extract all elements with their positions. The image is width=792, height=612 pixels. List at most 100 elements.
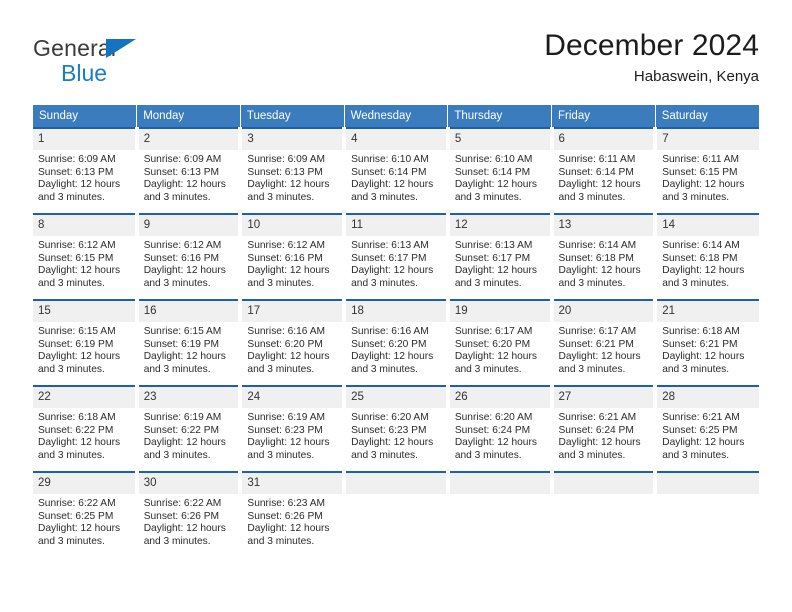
day-details: Sunrise: 6:15 AM Sunset: 6:19 PM Dayligh… [139,322,239,376]
day-cell[interactable]: 13 Sunrise: 6:14 AM Sunset: 6:18 PM Dayl… [551,213,658,300]
day-cell[interactable]: 18 Sunrise: 6:16 AM Sunset: 6:20 PM Dayl… [344,299,450,386]
sunset-text: Sunset: 6:25 PM [662,424,738,436]
day-details: Sunrise: 6:21 AM Sunset: 6:25 PM Dayligh… [657,408,759,462]
day-cell[interactable]: 8 Sunrise: 6:12 AM Sunset: 6:15 PM Dayli… [33,213,139,300]
day-cell[interactable]: 14 Sunrise: 6:14 AM Sunset: 6:18 PM Dayl… [655,213,759,300]
day-cell[interactable]: 10 Sunrise: 6:12 AM Sunset: 6:16 PM Dayl… [240,213,347,300]
day-cell-empty [655,471,759,557]
day-details: Sunrise: 6:23 AM Sunset: 6:26 PM Dayligh… [242,494,342,548]
weekday-monday: Monday [136,105,241,128]
day-cell-empty [551,471,658,557]
day-cell[interactable]: 1 Sunrise: 6:09 AM Sunset: 6:13 PM Dayli… [33,127,139,214]
day-cell[interactable]: 29 Sunrise: 6:22 AM Sunset: 6:25 PM Dayl… [33,471,139,557]
day-number: 12 [449,215,550,236]
day-cell[interactable]: 7 Sunrise: 6:11 AM Sunset: 6:15 PM Dayli… [655,127,759,214]
logo-text-general: General [33,35,117,61]
day-number: 11 [346,215,446,236]
day-number: 9 [138,215,239,236]
day-cell[interactable]: 19 Sunrise: 6:17 AM Sunset: 6:20 PM Dayl… [447,299,554,386]
day-details: Sunrise: 6:20 AM Sunset: 6:24 PM Dayligh… [450,408,550,462]
daylight-text: Daylight: 12 hours and 3 minutes. [247,351,330,375]
daylight-text: Daylight: 12 hours and 3 minutes. [143,265,226,289]
weekday-sunday: Sunday [33,105,138,128]
day-details: Sunrise: 6:13 AM Sunset: 6:17 PM Dayligh… [450,236,550,290]
daylight-text: Daylight: 12 hours and 3 minutes. [454,437,537,461]
day-number: 10 [242,215,343,236]
day-cell[interactable]: 30 Sunrise: 6:22 AM Sunset: 6:26 PM Dayl… [136,471,243,557]
logo-text-blue: Blue [61,60,108,86]
daylight-text: Daylight: 12 hours and 3 minutes. [38,265,121,289]
sunrise-text: Sunrise: 6:15 AM [38,326,116,337]
day-cell[interactable]: 17 Sunrise: 6:16 AM Sunset: 6:20 PM Dayl… [240,299,347,386]
sunrise-text: Sunrise: 6:22 AM [38,498,116,509]
day-cell[interactable]: 28 Sunrise: 6:21 AM Sunset: 6:25 PM Dayl… [655,385,759,472]
day-cell[interactable]: 24 Sunrise: 6:19 AM Sunset: 6:23 PM Dayl… [240,385,347,472]
sunset-text: Sunset: 6:20 PM [454,338,531,350]
sunrise-text: Sunrise: 6:11 AM [662,154,740,165]
day-details: Sunrise: 6:16 AM Sunset: 6:20 PM Dayligh… [346,322,446,376]
sunset-text: Sunset: 6:13 PM [247,166,323,178]
day-cell[interactable]: 9 Sunrise: 6:12 AM Sunset: 6:16 PM Dayli… [136,213,243,300]
day-details: Sunrise: 6:12 AM Sunset: 6:16 PM Dayligh… [242,236,342,290]
day-number: 30 [138,473,239,494]
day-number: 18 [346,301,446,322]
sunset-text: Sunset: 6:14 PM [558,166,634,178]
day-cell[interactable]: 23 Sunrise: 6:19 AM Sunset: 6:22 PM Dayl… [136,385,243,472]
sunset-text: Sunset: 6:16 PM [143,252,220,264]
general-blue-logo[interactable]: General Blue [33,36,263,92]
sunset-text: Sunset: 6:15 PM [662,166,738,178]
week-row: 29 Sunrise: 6:22 AM Sunset: 6:25 PM Dayl… [33,471,759,557]
sunrise-text: Sunrise: 6:17 AM [558,326,637,337]
weekday-friday: Friday [551,105,656,128]
day-cell[interactable]: 20 Sunrise: 6:17 AM Sunset: 6:21 PM Dayl… [551,299,658,386]
calendar-body: 1 Sunrise: 6:09 AM Sunset: 6:13 PM Dayli… [33,127,759,557]
day-cell[interactable]: 2 Sunrise: 6:09 AM Sunset: 6:13 PM Dayli… [136,127,243,214]
day-number: 27 [553,387,654,408]
daylight-text: Daylight: 12 hours and 3 minutes. [247,523,330,547]
sunset-text: Sunset: 6:17 PM [454,252,531,264]
day-details: Sunrise: 6:15 AM Sunset: 6:19 PM Dayligh… [33,322,135,376]
sunset-text: Sunset: 6:26 PM [143,510,220,522]
day-cell[interactable]: 12 Sunrise: 6:13 AM Sunset: 6:17 PM Dayl… [447,213,554,300]
week-row: 22 Sunrise: 6:18 AM Sunset: 6:22 PM Dayl… [33,385,759,472]
sunrise-text: Sunrise: 6:12 AM [38,240,116,251]
day-cell[interactable]: 11 Sunrise: 6:13 AM Sunset: 6:17 PM Dayl… [344,213,450,300]
day-cell[interactable]: 16 Sunrise: 6:15 AM Sunset: 6:19 PM Dayl… [136,299,243,386]
sunset-text: Sunset: 6:20 PM [351,338,427,350]
sunrise-text: Sunrise: 6:14 AM [662,240,740,251]
day-number: 17 [242,301,343,322]
day-cell[interactable]: 26 Sunrise: 6:20 AM Sunset: 6:24 PM Dayl… [447,385,554,472]
day-cell[interactable]: 21 Sunrise: 6:18 AM Sunset: 6:21 PM Dayl… [655,299,759,386]
day-details: Sunrise: 6:14 AM Sunset: 6:18 PM Dayligh… [554,236,654,290]
day-details: Sunrise: 6:16 AM Sunset: 6:20 PM Dayligh… [242,322,342,376]
day-cell[interactable]: 27 Sunrise: 6:21 AM Sunset: 6:24 PM Dayl… [551,385,658,472]
sunset-text: Sunset: 6:23 PM [247,424,323,436]
day-cell[interactable]: 6 Sunrise: 6:11 AM Sunset: 6:14 PM Dayli… [551,127,658,214]
week-row: 15 Sunrise: 6:15 AM Sunset: 6:19 PM Dayl… [33,299,759,386]
day-cell[interactable]: 25 Sunrise: 6:20 AM Sunset: 6:23 PM Dayl… [344,385,450,472]
day-cell[interactable]: 31 Sunrise: 6:23 AM Sunset: 6:26 PM Dayl… [240,471,347,557]
day-details: Sunrise: 6:20 AM Sunset: 6:23 PM Dayligh… [346,408,446,462]
sunrise-text: Sunrise: 6:10 AM [454,154,533,165]
sunrise-sunset-calendar: Sunday Monday Tuesday Wednesday Thursday… [33,105,759,557]
day-details: Sunrise: 6:21 AM Sunset: 6:24 PM Dayligh… [554,408,654,462]
sunset-text: Sunset: 6:13 PM [38,166,114,178]
day-details: Sunrise: 6:10 AM Sunset: 6:14 PM Dayligh… [346,150,446,204]
day-details: Sunrise: 6:13 AM Sunset: 6:17 PM Dayligh… [346,236,446,290]
day-cell[interactable]: 15 Sunrise: 6:15 AM Sunset: 6:19 PM Dayl… [33,299,139,386]
daylight-text: Daylight: 12 hours and 3 minutes. [662,265,745,289]
daylight-text: Daylight: 12 hours and 3 minutes. [662,437,745,461]
day-number: 6 [553,129,654,150]
day-cell[interactable]: 4 Sunrise: 6:10 AM Sunset: 6:14 PM Dayli… [344,127,450,214]
day-number: 29 [33,473,135,494]
day-cell[interactable]: 5 Sunrise: 6:10 AM Sunset: 6:14 PM Dayli… [447,127,554,214]
day-cell[interactable]: 22 Sunrise: 6:18 AM Sunset: 6:22 PM Dayl… [33,385,139,472]
sunrise-text: Sunrise: 6:13 AM [454,240,533,251]
location-subtitle: Habaswein, Kenya [633,68,759,85]
sunrise-text: Sunrise: 6:12 AM [247,240,325,251]
sunrise-text: Sunrise: 6:23 AM [247,498,325,509]
day-cell[interactable]: 3 Sunrise: 6:09 AM Sunset: 6:13 PM Dayli… [240,127,347,214]
sunrise-text: Sunrise: 6:20 AM [351,412,429,423]
sunset-text: Sunset: 6:24 PM [454,424,531,436]
day-number: 1 [33,129,135,150]
